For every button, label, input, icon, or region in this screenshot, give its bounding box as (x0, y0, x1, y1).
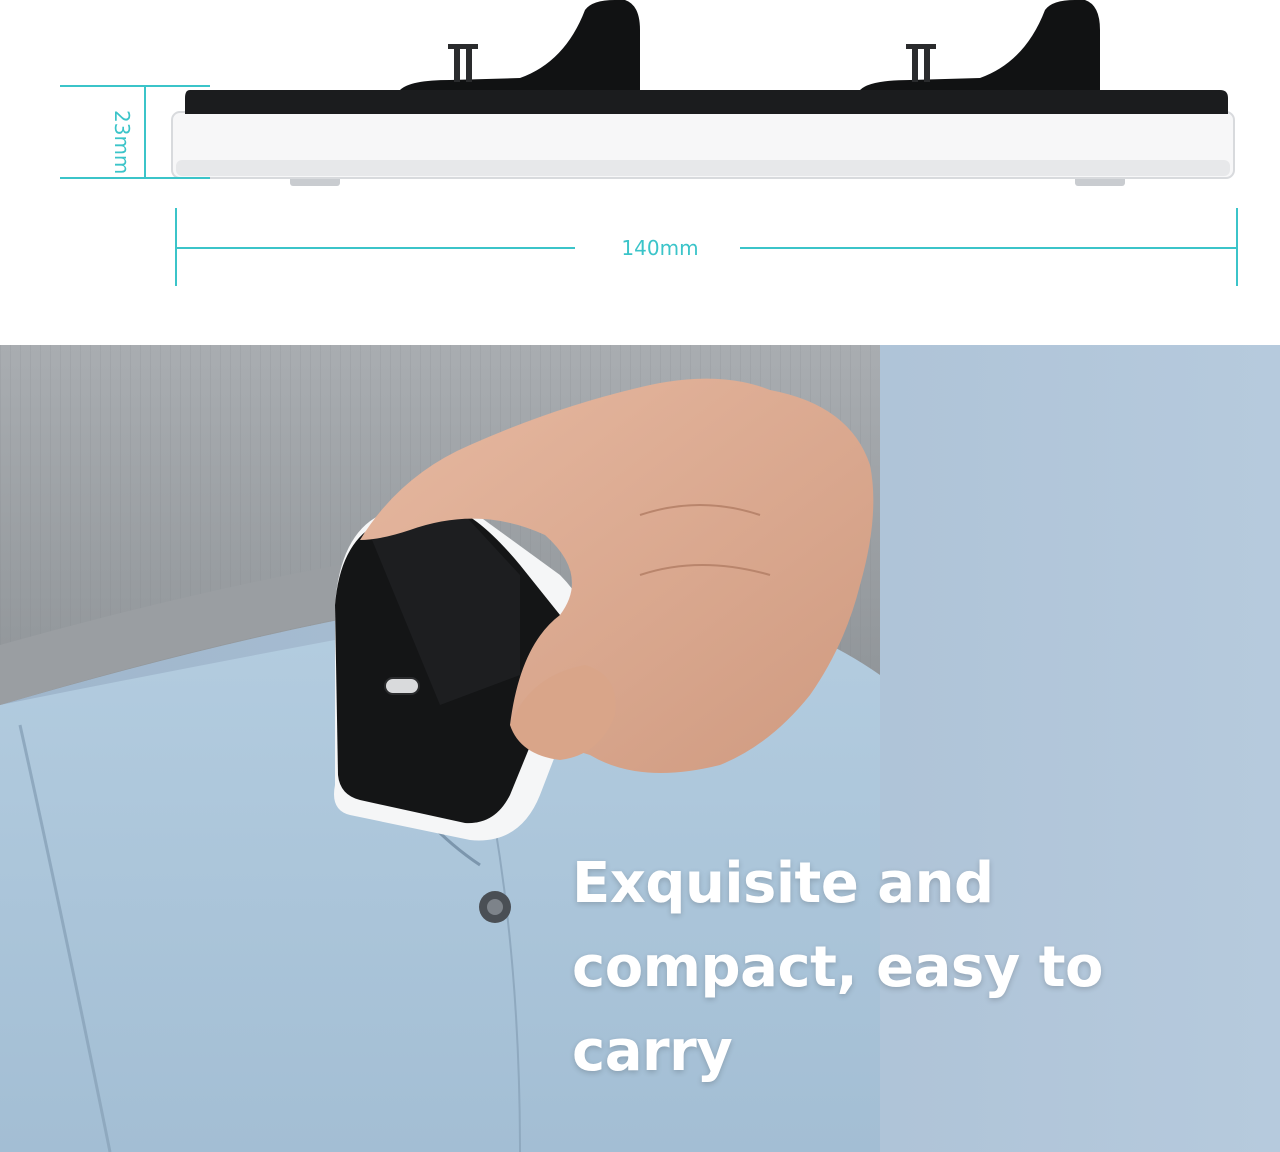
cradle-right (860, 0, 1100, 90)
lifestyle-photo: Exquisite and compact, easy to carry (0, 345, 1280, 1152)
usb-c-port (384, 677, 420, 695)
dock-side-view (60, 0, 1238, 286)
width-label: 140mm (621, 236, 699, 260)
dock-black-top (185, 90, 1228, 114)
dimension-diagram: 23mm 140mm (0, 0, 1280, 345)
headline: Exquisite and compact, easy to carry (572, 842, 1280, 1094)
connector-pin-right (912, 44, 918, 82)
headline-line-1: Exquisite and (572, 851, 994, 916)
cradle-left (400, 0, 640, 90)
height-label: 23mm (110, 110, 134, 175)
connector-pin-left (454, 44, 460, 82)
headline-line-2: compact, easy to carry (572, 935, 1103, 1084)
product-image: 23mm 140mm Exquisite and compact, easy t… (0, 0, 1280, 1152)
